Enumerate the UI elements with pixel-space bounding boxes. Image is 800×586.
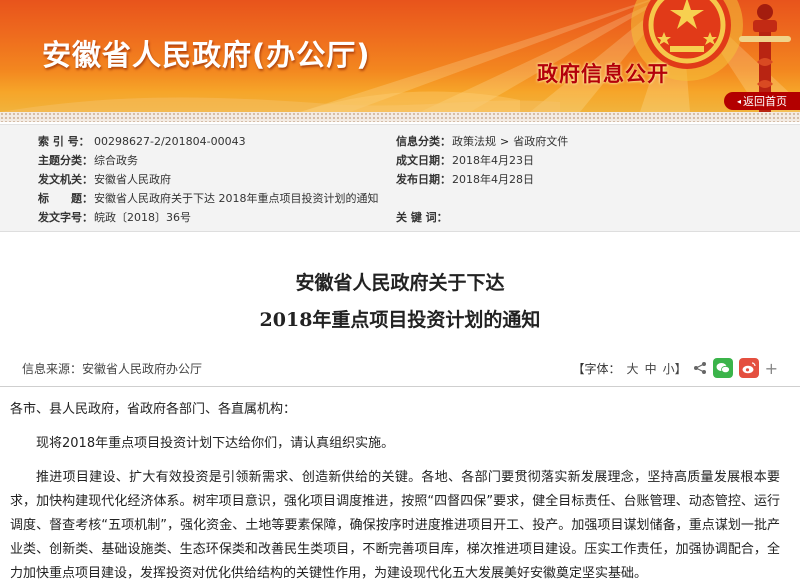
meta-info-class: 信息分类： 政策法规 > 省政府文件 bbox=[396, 135, 568, 149]
meta-label: 索 引 号： bbox=[38, 135, 90, 148]
breadcrumb-separator: > bbox=[500, 135, 510, 148]
meta-value: 安徽省人民政府 bbox=[94, 173, 171, 186]
font-size-controls: 【字体： 大 中 小】 + bbox=[573, 358, 778, 378]
meta-value: 皖政〔2018〕36号 bbox=[94, 211, 191, 224]
site-title: 安徽省人民政府(办公厅) bbox=[42, 38, 371, 72]
meta-created-date: 成文日期： 2018年4月23日 bbox=[396, 154, 534, 168]
site-banner: 安徽省人民政府(办公厅) 政府信息公开 ◂ 返回首页 bbox=[0, 0, 800, 112]
meta-label: 关 键 词： bbox=[396, 211, 448, 224]
back-home-label: 返回首页 bbox=[743, 95, 787, 108]
article-info-bar: 信息来源：安徽省人民政府办公厅 【字体： 大 中 小】 + bbox=[22, 357, 778, 379]
meta-index-no: 索 引 号： 00298627-2/201804-00043 bbox=[0, 135, 246, 149]
meta-category: 主题分类： 综合政务 bbox=[0, 154, 138, 168]
info-class-link[interactable]: 政策法规 bbox=[452, 135, 496, 149]
meta-issuer: 发文机关： 安徽省人民政府 bbox=[0, 173, 171, 187]
meta-doc-no: 发文字号： 皖政〔2018〕36号 bbox=[0, 211, 191, 225]
wechat-share-icon[interactable] bbox=[712, 358, 733, 378]
section-title: 政府信息公开 bbox=[537, 62, 669, 86]
meta-publish-date: 发布日期： 2018年4月28日 bbox=[396, 173, 534, 187]
meta-label: 信息分类： bbox=[396, 135, 451, 148]
meta-label: 成文日期： bbox=[396, 154, 451, 167]
meta-value: 2018年4月28日 bbox=[452, 173, 534, 186]
font-size-small[interactable]: 小】 bbox=[663, 360, 687, 377]
content-divider bbox=[0, 386, 800, 387]
info-subclass-link[interactable]: 省政府文件 bbox=[513, 135, 568, 149]
font-size-label: 【字体： bbox=[572, 361, 621, 376]
meta-label: 发文字号： bbox=[38, 211, 93, 224]
meta-title: 标 题： 安徽省人民政府关于下达 2018年重点项目投资计划的通知 bbox=[0, 192, 379, 206]
meta-value: 00298627-2/201804-00043 bbox=[94, 135, 246, 148]
paragraph-2: 推进项目建设、扩大有效投资是引领新需求、创造新供给的关键。各地、各部门要贯彻落实… bbox=[10, 470, 780, 581]
font-size-large[interactable]: 大 bbox=[627, 360, 639, 377]
decorative-strip bbox=[0, 112, 800, 122]
paragraph-1: 现将2018年重点项目投资计划下达给你们，请认真组织实施。 bbox=[36, 436, 395, 451]
document-title-line2: 2018年重点项目投资计划的通知 bbox=[259, 309, 541, 331]
document-metadata: 索 引 号： 00298627-2/201804-00043 主题分类： 综合政… bbox=[0, 124, 800, 232]
more-share-icon[interactable]: + bbox=[765, 359, 778, 378]
meta-label: 发布日期： bbox=[396, 173, 451, 186]
share-icon[interactable] bbox=[693, 361, 707, 375]
salutation: 各市、县人民政府，省政府各部门、各直属机构： bbox=[10, 402, 297, 417]
back-home-link[interactable]: ◂ 返回首页 bbox=[724, 92, 800, 110]
meta-label: 发文机关： bbox=[38, 173, 93, 186]
info-source: 信息来源：安徽省人民政府办公厅 bbox=[22, 361, 203, 376]
meta-value: 2018年4月23日 bbox=[452, 154, 534, 167]
meta-value: 安徽省人民政府关于下达 2018年重点项目投资计划的通知 bbox=[94, 192, 379, 205]
home-arrow-icon: ◂ bbox=[736, 96, 741, 106]
document-title-line1: 安徽省人民政府关于下达 bbox=[295, 272, 505, 294]
meta-value: 综合政务 bbox=[94, 154, 138, 167]
meta-keywords: 关 键 词： bbox=[396, 211, 452, 225]
font-size-medium[interactable]: 中 bbox=[645, 360, 657, 377]
weibo-share-icon[interactable] bbox=[738, 358, 759, 378]
meta-label: 主题分类： bbox=[38, 154, 93, 167]
meta-label: 标 题： bbox=[38, 192, 93, 205]
